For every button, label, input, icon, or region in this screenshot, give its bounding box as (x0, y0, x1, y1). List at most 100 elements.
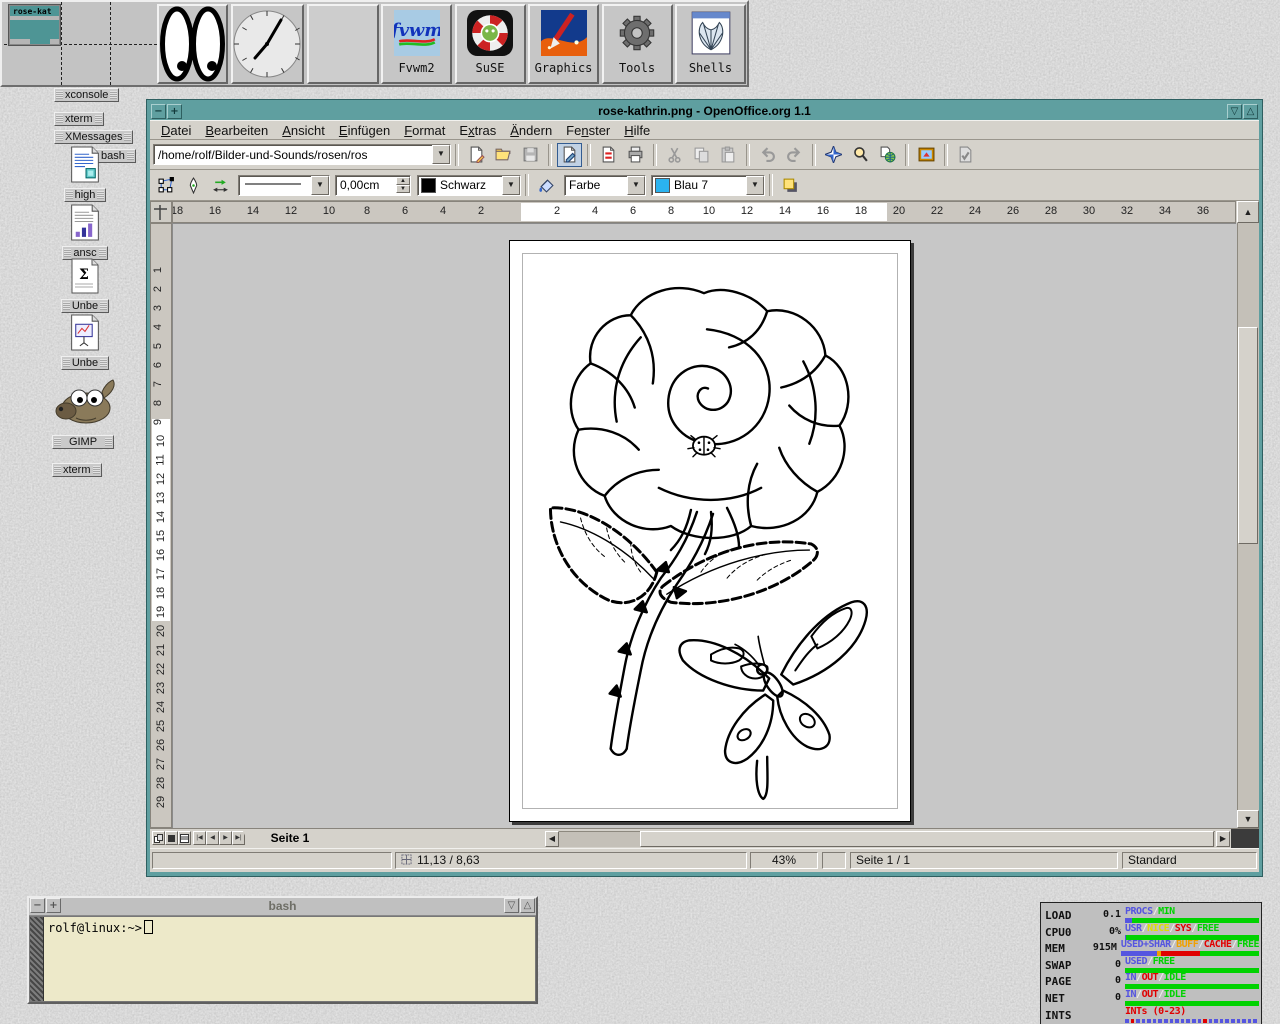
shadow-toggle-button[interactable] (778, 173, 803, 197)
line-color-combobox[interactable]: Schwarz ▼ (417, 175, 521, 196)
fvwm-pager[interactable]: rose-kat (4, 2, 157, 85)
save-disk-button[interactable] (518, 143, 543, 167)
status-position-cell[interactable]: 11,13 / 8,63 (395, 852, 747, 869)
window-raise-button[interactable]: △ (1243, 104, 1258, 119)
line-width-value[interactable]: 0,00cm (336, 178, 396, 192)
fill-can-button[interactable] (534, 173, 559, 197)
menu-item-bearbeiten[interactable]: Bearbeiten (198, 121, 275, 140)
panel-button-graphics[interactable]: Graphics (528, 4, 599, 84)
desktop-icon-chart-doc[interactable]: ansc (52, 204, 118, 261)
terminal-body[interactable]: rolf@linux:~> (29, 916, 536, 1002)
last-page-button[interactable]: ▶| (232, 831, 245, 845)
new-document-button[interactable] (464, 143, 489, 167)
export-pdf-button[interactable] (596, 143, 621, 167)
arrow-ends-button[interactable] (208, 173, 233, 197)
menu-item-einfgen[interactable]: Einfügen (332, 121, 397, 140)
check-document-button[interactable] (953, 143, 978, 167)
drawing-page[interactable] (509, 240, 911, 822)
copy-button[interactable] (689, 143, 714, 167)
menu-item-hilfe[interactable]: Hilfe (617, 121, 657, 140)
window-iconify-button[interactable]: − (30, 898, 45, 913)
cut-button[interactable] (662, 143, 687, 167)
desktop-icon-xconsole[interactable]: xconsole (54, 85, 119, 103)
window-maximize-button[interactable]: + (46, 898, 61, 913)
status-zoom-cell[interactable]: 43% (750, 852, 818, 869)
ruler-origin-corner[interactable] (150, 201, 172, 223)
fill-type-label[interactable]: Farbe (565, 178, 627, 192)
page-view-button[interactable] (152, 831, 165, 845)
menu-item-fenster[interactable]: Fenster (559, 121, 617, 140)
page-tab[interactable]: Seite 1 (242, 829, 338, 849)
scroll-right-button[interactable]: ▶ (1216, 831, 1230, 847)
empty-panel-button[interactable] (307, 4, 379, 84)
chevron-down-icon[interactable]: ▼ (311, 176, 329, 195)
next-page-button[interactable]: ▶ (219, 831, 232, 845)
desktop-icon-writer-doc[interactable]: high (52, 146, 118, 203)
desktop-icon-xmessages[interactable]: XMessages (54, 127, 133, 145)
terminal-text[interactable]: rolf@linux:~> (44, 917, 535, 1001)
panel-button-suse[interactable]: SuSE (455, 4, 526, 84)
vertical-ruler[interactable]: 1234567891011121314151617181920212223242… (150, 223, 172, 828)
drawing-canvas[interactable] (172, 223, 1236, 828)
status-mode-cell[interactable] (822, 852, 846, 869)
navigator-button[interactable] (821, 143, 846, 167)
terminal-title-bar[interactable]: − + bash ▽ △ (29, 898, 536, 916)
title-bar[interactable]: − + rose-kathrin.png - OpenOffice.org 1.… (150, 103, 1259, 120)
chevron-down-icon[interactable]: ▼ (746, 176, 764, 195)
spinner-buttons[interactable]: ▲▼ (396, 177, 410, 193)
horizontal-ruler[interactable]: 1816141210864224681012141618202224262830… (172, 201, 1236, 223)
desktop-icon-impress-doc[interactable]: Unbe (52, 314, 118, 371)
edit-points-button[interactable] (154, 173, 179, 197)
open-folder-button[interactable] (491, 143, 516, 167)
panel-button-tools[interactable]: Tools (602, 4, 673, 84)
layer-view-button[interactable] (178, 831, 191, 845)
hyperlink-button[interactable] (875, 143, 900, 167)
window-shade-button[interactable]: ▽ (504, 898, 519, 913)
menu-item-ndern[interactable]: Ändern (503, 121, 559, 140)
vertical-scrollbar-track[interactable] (1237, 223, 1259, 810)
line-width-spinner[interactable]: 0,00cm ▲▼ (335, 175, 411, 196)
status-template-cell[interactable]: Standard (1122, 852, 1257, 869)
undo-button[interactable] (755, 143, 780, 167)
vertical-scrollbar[interactable]: ▼ (1237, 223, 1259, 828)
window-maximize-button[interactable]: + (167, 104, 182, 119)
menu-item-ansicht[interactable]: Ansicht (275, 121, 332, 140)
desktop-icon-math-doc[interactable]: ΣUnbe (52, 258, 118, 314)
window-iconify-button[interactable]: − (151, 104, 166, 119)
line-color-label[interactable]: Schwarz (436, 178, 502, 192)
menu-item-extras[interactable]: Extras (452, 121, 503, 140)
pen-button[interactable] (181, 173, 206, 197)
vertical-scrollbar-thumb[interactable] (1238, 327, 1258, 544)
chevron-down-icon[interactable]: ▼ (432, 145, 450, 164)
panel-button-shells[interactable]: Shells (675, 4, 746, 84)
first-page-button[interactable]: |◀ (193, 831, 206, 845)
desktop-icon-gimp[interactable]: GIMP (42, 374, 124, 450)
scroll-up-button[interactable]: ▲ (1237, 201, 1259, 223)
terminal-scrollbar[interactable] (30, 917, 44, 1001)
fill-type-combobox[interactable]: Farbe ▼ (564, 175, 646, 196)
desktop-icon-xterm-top[interactable]: xterm (54, 109, 104, 127)
edit-file-button[interactable] (557, 143, 582, 167)
desktop-icon-xterm-bottom[interactable]: xterm (52, 460, 102, 478)
paste-button[interactable] (716, 143, 741, 167)
menu-item-format[interactable]: Format (397, 121, 452, 140)
scroll-down-button[interactable]: ▼ (1237, 810, 1259, 828)
scroll-left-button[interactable]: ◀ (545, 831, 559, 847)
horizontal-scrollbar-track[interactable] (559, 831, 1215, 847)
horizontal-scrollbar-thumb[interactable] (640, 831, 1214, 847)
window-shade-button[interactable]: ▽ (1227, 104, 1242, 119)
panel-button-fvwm2[interactable]: fvwmFvwm2 (381, 4, 452, 84)
clock-button[interactable] (231, 4, 304, 84)
zoom-button[interactable] (848, 143, 873, 167)
menu-item-datei[interactable]: Datei (154, 121, 198, 140)
window-raise-button[interactable]: △ (520, 898, 535, 913)
chevron-down-icon[interactable]: ▼ (627, 176, 645, 195)
status-page-cell[interactable]: Seite 1 / 1 (850, 852, 1118, 869)
line-style-combobox[interactable]: ▼ (238, 175, 330, 196)
xeyes-button[interactable] (157, 4, 228, 84)
url-field[interactable]: /home/rolf/Bilder-und-Sounds/rosen/ros (154, 148, 432, 162)
fill-color-label[interactable]: Blau 7 (670, 178, 746, 192)
master-view-button[interactable] (165, 831, 178, 845)
pager-mini-window[interactable]: rose-kat (8, 4, 61, 46)
fill-color-combobox[interactable]: Blau 7 ▼ (651, 175, 765, 196)
